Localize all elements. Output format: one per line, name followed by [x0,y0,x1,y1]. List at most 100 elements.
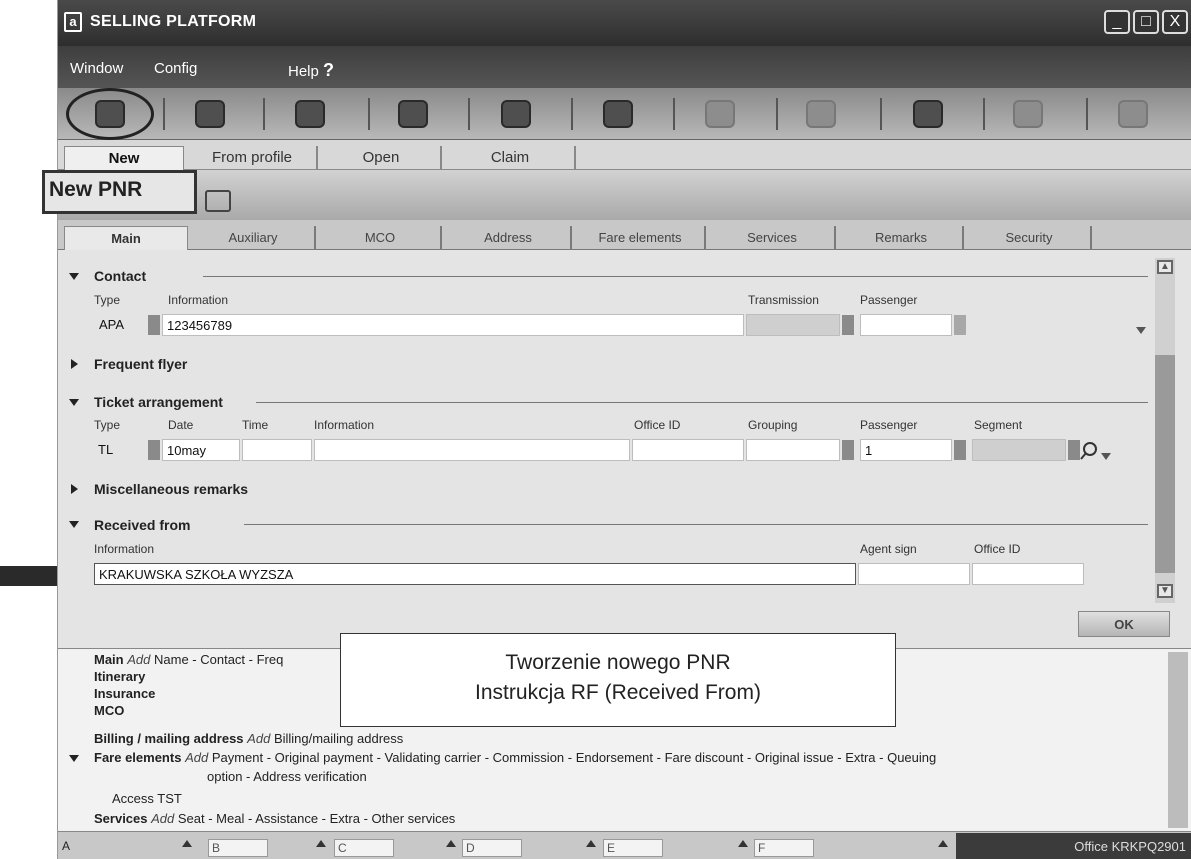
hotel-icon[interactable] [791,94,851,134]
expand-more-icon[interactable] [1136,327,1146,334]
area-d-up-icon[interactable] [446,840,456,847]
contact-information-field[interactable]: 123456789 [162,314,744,336]
tab-security[interactable]: Security [968,226,1092,250]
ticket-information-label: Information [314,418,375,432]
ticket-expand-icon[interactable] [1101,453,1111,460]
tab-main[interactable]: Main [64,226,188,250]
pnr-toggle-icon[interactable] [205,190,231,212]
queue-icon[interactable] [383,94,443,134]
tab-services[interactable]: Services [710,226,836,250]
ticket-time-label: Time [242,418,269,432]
status-area-e[interactable]: E [603,839,663,857]
area-f-up-icon[interactable] [738,840,748,847]
office-up-icon[interactable] [938,840,948,847]
menu-help[interactable]: Help ? [288,60,334,81]
area-c-up-icon[interactable] [316,840,326,847]
contact-type-dropdown-icon[interactable] [148,315,160,335]
summary-main: Main Add Name - Contact - Freq [94,652,284,667]
menu-config[interactable]: Config [154,60,197,77]
area-e-up-icon[interactable] [586,840,596,847]
collapse-received-from-icon[interactable] [69,521,79,528]
agent-icon[interactable] [588,94,648,134]
collapse-ticket-icon[interactable] [69,399,79,406]
ticket-type-dropdown-icon[interactable] [148,440,160,460]
passenger-dropdown-icon[interactable] [954,440,966,460]
contact-passenger-field[interactable] [860,314,952,336]
expand-misc-remarks-icon[interactable] [71,484,78,494]
tab-from-profile[interactable]: From profile [188,146,318,170]
app-logo-icon: a [64,12,82,32]
collapse-fare-summary-icon[interactable] [69,755,79,762]
summary-billing: Billing / mailing address Add Billing/ma… [94,731,404,746]
area-b-up-icon[interactable] [182,840,192,847]
tab-auxiliary[interactable]: Auxiliary [192,226,316,250]
ticket-icon[interactable] [898,94,958,134]
summary-insurance[interactable]: Insurance [94,686,155,701]
close-button[interactable]: X [1162,10,1188,34]
tab-open[interactable]: Open [322,146,442,170]
ticket-type-value[interactable]: TL [98,442,113,457]
pnr-title: New PNR [49,178,143,201]
summary-scrollbar[interactable] [1168,652,1188,828]
status-area-f[interactable]: F [754,839,814,857]
ticket-grouping-field[interactable] [746,439,840,461]
ticket-type-label: Type [94,418,121,432]
tab-mco[interactable]: MCO [320,226,442,250]
summary-itinerary[interactable]: Itinerary [94,669,145,684]
collapse-contact-icon[interactable] [69,273,79,280]
ticket-segment-field[interactable] [972,439,1066,461]
tab-fare-elements[interactable]: Fare elements [576,226,706,250]
status-area-d[interactable]: D [462,839,522,857]
received-office-id-field[interactable] [972,563,1084,585]
new-pnr-highlight: New PNR [42,170,197,214]
contact-type-value[interactable]: APA [99,317,124,332]
status-area-b[interactable]: B [208,839,268,857]
pnr-icon[interactable] [180,94,240,134]
received-information-field[interactable]: KRAKUWSKA SZKOŁA WYZSZA [94,563,856,585]
misc-remarks-title[interactable]: Miscellaneous remarks [94,481,248,497]
ticket-date-field[interactable]: 10may [162,439,240,461]
contact-transmission-field[interactable] [746,314,840,336]
passenger-select-icon[interactable] [954,315,966,335]
scroll-down-icon[interactable]: ▼ [1157,584,1173,598]
frequent-flyer-title[interactable]: Frequent flyer [94,356,187,372]
scroll-up-icon[interactable]: ▲ [1157,260,1173,274]
highlight-circle [66,88,154,140]
car-icon[interactable] [486,94,546,134]
ticket-information-field[interactable] [314,439,630,461]
status-area-a: A [62,839,71,853]
menu-window[interactable]: Window [70,60,123,77]
summary-mco[interactable]: MCO [94,703,124,718]
customer-icon[interactable] [280,94,340,134]
ticket-time-field[interactable] [242,439,312,461]
office-icon[interactable] [1103,94,1163,134]
window-controls: _ □ X [1104,10,1188,34]
tab-new[interactable]: New [64,146,184,170]
grouping-dropdown-icon[interactable] [842,440,854,460]
ok-button[interactable]: OK [1078,611,1170,637]
form-scrollbar-thumb[interactable] [1155,355,1175,573]
summary-access-tst[interactable]: Access TST [112,791,182,806]
expand-frequent-flyer-icon[interactable] [71,359,78,369]
document-icon[interactable] [998,94,1058,134]
status-area-c[interactable]: C [334,839,394,857]
maximize-button[interactable]: □ [1133,10,1159,34]
search-icon[interactable] [1080,442,1098,460]
ticket-passenger-field[interactable]: 1 [860,439,952,461]
source-tabs: New From profile Open Claim [58,140,1191,170]
app-window: a SELLING PLATFORM _ □ X Window Config H… [57,0,1191,859]
segment-dropdown-icon[interactable] [1068,440,1080,460]
ticket-office-id-field[interactable] [632,439,744,461]
tab-remarks[interactable]: Remarks [840,226,964,250]
contact-type-label: Type [94,293,121,307]
tab-address[interactable]: Address [446,226,572,250]
received-from-title: Received from [94,517,191,533]
received-agent-sign-field[interactable] [858,563,970,585]
minimize-button[interactable]: _ [1104,10,1130,34]
ticket-date-label: Date [168,418,194,432]
fare-icon[interactable] [690,94,750,134]
summary-fare-elements-cont: option - Address verification [207,769,367,784]
contact-passenger-label: Passenger [860,293,918,307]
transmission-dropdown-icon[interactable] [842,315,854,335]
tab-claim[interactable]: Claim [446,146,576,170]
